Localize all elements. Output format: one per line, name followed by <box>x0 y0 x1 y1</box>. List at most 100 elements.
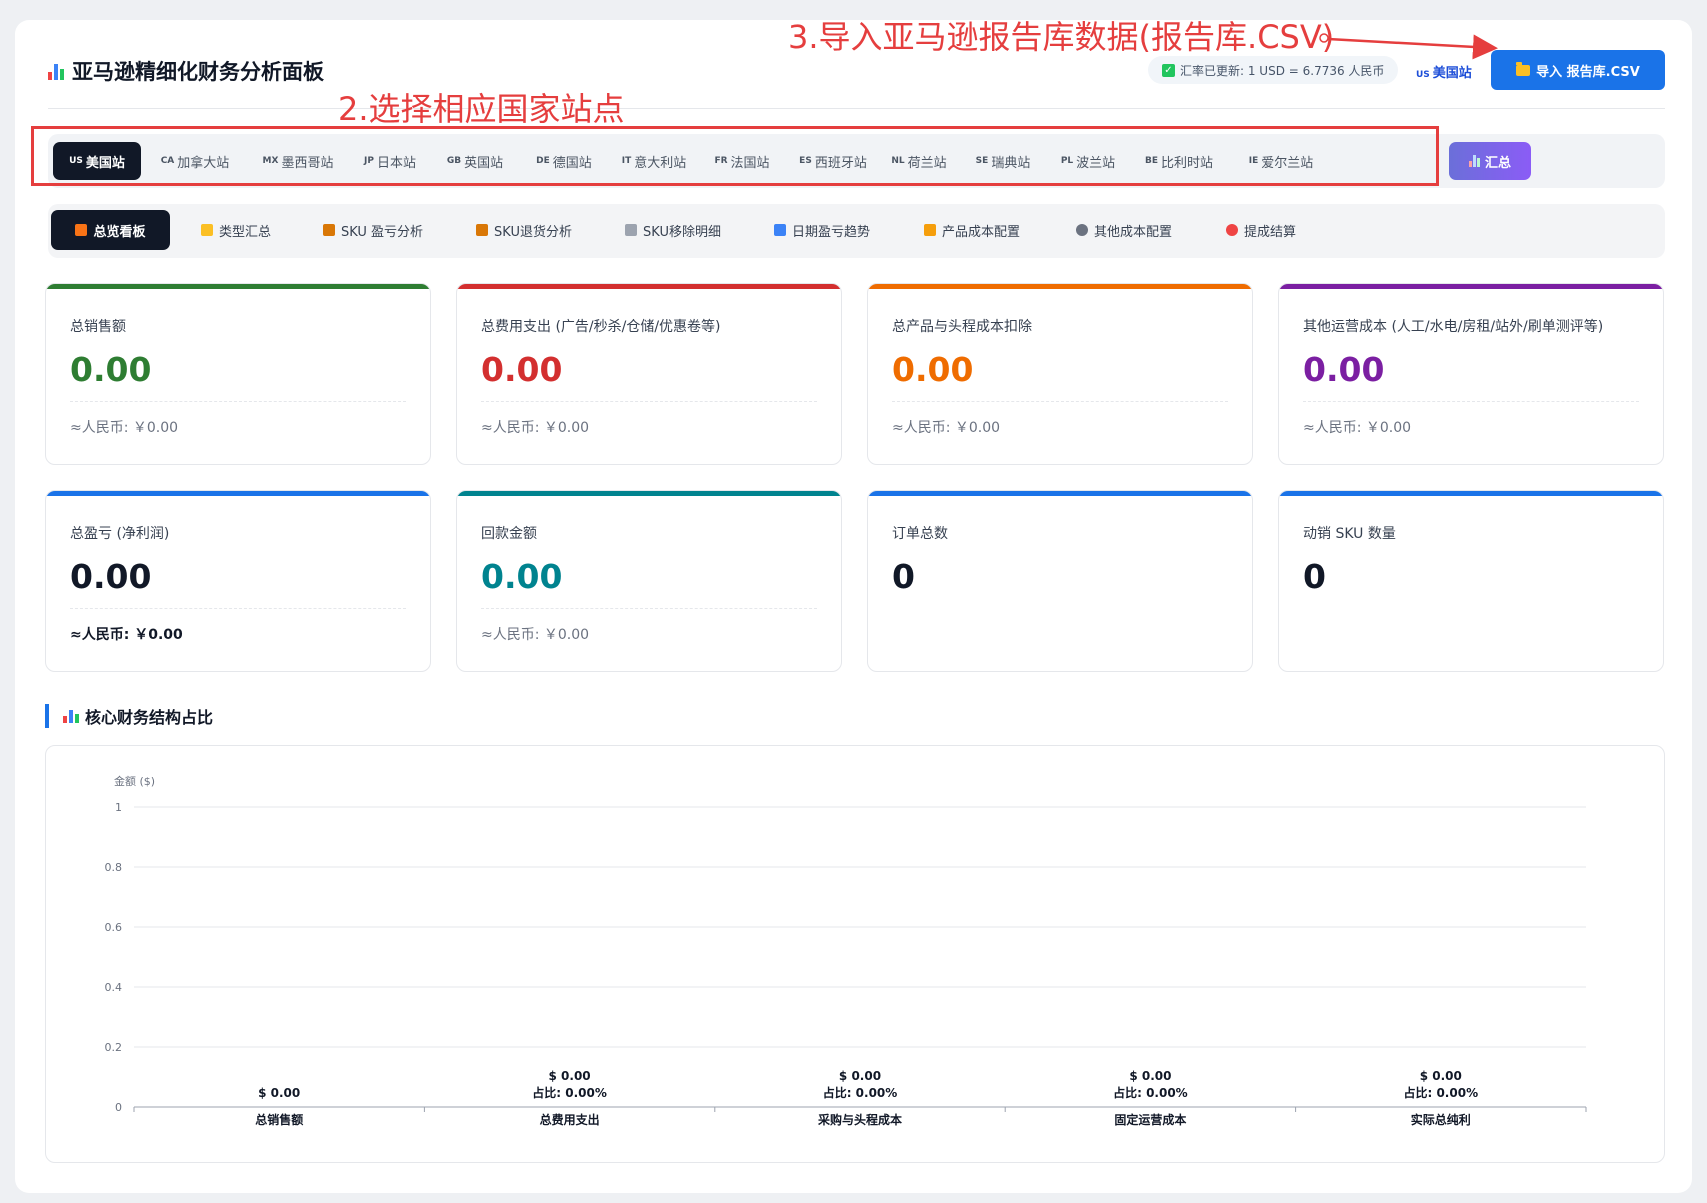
card-value: 0.00 <box>70 557 152 596</box>
site-code: ES <box>799 156 812 166</box>
kpi-card-4: 其他运营成本 (人工/水电/房租/站外/刷单测评等) 0.00 ≈人民币: ￥0.0… <box>1278 283 1664 465</box>
nav-tab-label: 产品成本配置 <box>941 224 1020 240</box>
nav-tab-1[interactable]: 总览看板 <box>51 210 170 250</box>
site-code: BE <box>1144 156 1158 166</box>
card-title: 其他运营成本 (人工/水电/房租/站外/刷单测评等) <box>1303 319 1604 335</box>
x-tick-label: 实际总纯利 <box>1411 1112 1471 1127</box>
data-label: $ 0.00 <box>549 1069 591 1083</box>
x-tick-label: 总销售额 <box>255 1112 303 1127</box>
exchange-rate-status: ✓ 汇率已更新: 1 USD = 6.7736 人民币 <box>1148 56 1399 84</box>
nav-tab-7[interactable]: 产品成本配置 <box>905 210 1039 250</box>
kpi-card-5: 总盈亏 (净利润) 0.00 ≈人民币: ￥0.00 <box>45 490 431 672</box>
y-tick-label: 0.4 <box>105 981 123 994</box>
annotation-step3: 3.导入亚马逊报告库数据(报告库.CSV) <box>788 18 1335 56</box>
card-value: 0.00 <box>70 350 152 389</box>
card-title: 总盈亏 (净利润) <box>70 526 170 542</box>
nav-tab-5[interactable]: SKU移除明细 <box>608 210 738 250</box>
site-tab-fr[interactable]: FR 法国站 <box>700 142 784 180</box>
y-tick-label: 0 <box>115 1101 122 1114</box>
card-rmb-value: ≈人民币: ￥0.00 <box>481 627 590 643</box>
card-accent-bar <box>1279 491 1663 496</box>
site-name: 加拿大站 <box>177 155 230 171</box>
card-accent-bar <box>868 284 1252 289</box>
site-code: US <box>69 156 83 166</box>
card-accent-bar <box>868 491 1252 496</box>
nav-tab-9[interactable]: 提成结算 <box>1209 210 1313 250</box>
folder-icon <box>200 224 213 236</box>
site-tab-ca[interactable]: CA 加拿大站 <box>145 142 245 180</box>
card-rmb-value: ≈人民币: ￥0.00 <box>70 627 183 643</box>
site-tab-se[interactable]: SE 瑞典站 <box>962 142 1044 180</box>
card-accent-bar <box>457 284 841 289</box>
card-value: 0.00 <box>481 350 563 389</box>
site-name: 墨西哥站 <box>281 155 334 171</box>
nav-tab-label: 提成结算 <box>1243 224 1296 240</box>
site-tab-us[interactable]: US 美国站 <box>53 142 141 180</box>
site-tab-summary[interactable]: 汇总 <box>1449 142 1531 180</box>
site-name: 瑞典站 <box>991 155 1031 171</box>
site-name: 西班牙站 <box>814 155 867 171</box>
card-title: 总产品与头程成本扣除 <box>892 319 1032 335</box>
data-label: $ 0.00 <box>1420 1069 1462 1083</box>
card-value: 0 <box>1303 557 1326 596</box>
site-tab-gb[interactable]: GB 英国站 <box>433 142 517 180</box>
y-tick-label: 0.8 <box>105 861 123 874</box>
nav-tab-6[interactable]: 日期盈亏趋势 <box>754 210 890 250</box>
bar-chart-icon <box>48 62 64 80</box>
card-divider <box>70 401 406 402</box>
nav-tab-3[interactable]: SKU 盈亏分析 <box>306 210 440 250</box>
data-label: 占比: 0.00% <box>1113 1085 1188 1100</box>
y-tick-label: 0.6 <box>105 921 123 934</box>
box-icon <box>476 224 489 236</box>
current-site-code: US <box>1416 70 1430 80</box>
card-title: 总销售额 <box>70 319 126 335</box>
site-code: FR <box>714 156 728 166</box>
nav-tab-label: 其他成本配置 <box>1093 224 1172 240</box>
import-csv-button[interactable]: 导入 报告库.CSV <box>1491 50 1665 90</box>
card-title: 总费用支出 (广告/秒杀/仓储/优惠卷等) <box>481 319 721 335</box>
card-divider <box>892 401 1228 402</box>
chart-container: 金额 ($) 0 0.2 0.4 0.6 0.8 1 总销售额 $ 0.00 总费用支出 $ 0.0… <box>45 745 1665 1163</box>
site-tab-be[interactable]: BE 比利时站 <box>1133 142 1225 180</box>
site-code: NL <box>891 156 905 166</box>
kpi-card-2: 总费用支出 (广告/秒杀/仓储/优惠卷等) 0.00 ≈人民币: ￥0.00 <box>456 283 842 465</box>
site-tab-jp[interactable]: JP 日本站 <box>351 142 429 180</box>
finance-structure-chart: 金额 ($) 0 0.2 0.4 0.6 0.8 1 总销售额 $ 0.00 总费用支出 $ 0.0… <box>105 774 1587 1127</box>
card-title: 动销 SKU 数量 <box>1303 526 1396 542</box>
site-name: 德国站 <box>552 155 592 171</box>
site-tab-pl[interactable]: PL 波兰站 <box>1047 142 1129 180</box>
card-rmb-value: ≈人民币: ￥0.00 <box>481 420 590 436</box>
site-tab-ie[interactable]: IE 爱尔兰站 <box>1229 142 1333 180</box>
card-divider <box>1303 401 1639 402</box>
nav-tab-2[interactable]: 类型汇总 <box>182 210 290 250</box>
box-icon <box>322 224 335 236</box>
site-tab-nl[interactable]: NL 荷兰站 <box>880 142 958 180</box>
nav-tab-label: 总览看板 <box>93 224 146 240</box>
site-tab-es[interactable]: ES 西班牙站 <box>788 142 878 180</box>
card-divider <box>70 608 406 609</box>
data-label: 占比: 0.00% <box>532 1085 607 1100</box>
section-title-text: 核心财务结构占比 <box>85 708 214 727</box>
site-tab-mx[interactable]: MX 墨西哥站 <box>250 142 346 180</box>
site-code: GB <box>446 156 462 166</box>
calendar-icon <box>773 224 786 236</box>
bar-chart-icon <box>63 709 79 723</box>
x-tick-label: 总费用支出 <box>540 1112 600 1127</box>
site-name: 比利时站 <box>1161 155 1214 171</box>
nav-tab-4[interactable]: SKU退货分析 <box>456 210 592 250</box>
site-name: 荷兰站 <box>907 155 947 171</box>
kpi-card-3: 总产品与头程成本扣除 0.00 ≈人民币: ￥0.00 <box>867 283 1253 465</box>
import-csv-label: 导入 报告库.CSV <box>1536 64 1640 80</box>
current-site-name: 美国站 <box>1432 66 1472 81</box>
nav-tab-8[interactable]: 其他成本配置 <box>1056 210 1192 250</box>
header-divider <box>48 108 1665 109</box>
card-rmb-value: ≈人民币: ￥0.00 <box>892 420 1001 436</box>
site-code: CA <box>160 156 175 166</box>
x-tick-label: 采购与头程成本 <box>817 1112 902 1127</box>
site-name: 美国站 <box>85 155 125 171</box>
site-tab-de[interactable]: DE 德国站 <box>522 142 606 180</box>
site-tab-it[interactable]: IT 意大利站 <box>611 142 697 180</box>
site-name: 日本站 <box>376 155 416 171</box>
card-value: 0.00 <box>892 350 974 389</box>
data-label: $ 0.00 <box>258 1086 300 1100</box>
